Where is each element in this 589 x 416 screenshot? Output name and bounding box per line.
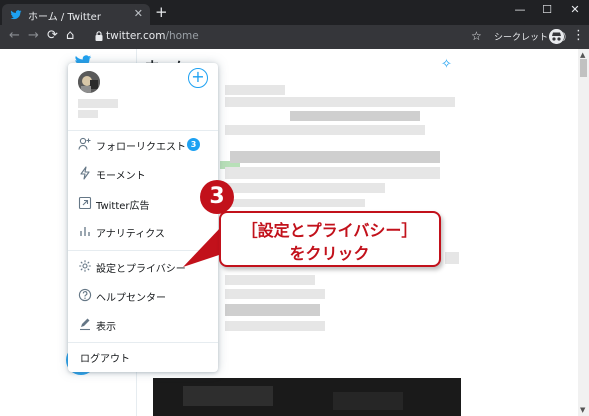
browser-tab[interactable]: ホーム / Twitter ✕ <box>2 4 150 25</box>
url-host: twitter.com <box>106 30 166 42</box>
menu-item-analytics[interactable]: アナリティクス <box>68 221 218 243</box>
avatar-photo <box>78 71 100 93</box>
scroll-thumb[interactable] <box>580 59 587 77</box>
menu-item-logout[interactable]: ログアウト <box>68 346 218 368</box>
menu-divider <box>68 250 218 251</box>
blurred-tweet-line <box>225 97 455 107</box>
scroll-down-arrow-icon[interactable]: ▼ <box>580 406 585 414</box>
instruction-callout: ［設定とプライバシー］ をクリック <box>219 211 441 267</box>
blurred-username <box>78 110 98 118</box>
back-button[interactable]: ← <box>9 29 20 43</box>
add-account-button[interactable]: + <box>188 68 208 88</box>
menu-item-moments[interactable]: モーメント <box>68 163 218 185</box>
tab-close-icon[interactable]: ✕ <box>134 7 143 20</box>
forward-button[interactable]: → <box>28 29 39 43</box>
bookmark-star-icon[interactable]: ☆ <box>471 29 482 43</box>
bar-chart-icon <box>80 227 90 236</box>
new-tab-button[interactable]: + <box>155 4 168 20</box>
callout-line-2: をクリック <box>289 244 370 263</box>
video-frame-area <box>183 386 273 406</box>
gear-icon <box>79 260 91 272</box>
help-circle-icon <box>78 288 92 302</box>
browser-toolbar: ← → ⟳ ⌂ twitter.com/home ☆ シークレット（2） ⋮ <box>0 25 589 49</box>
minimize-button[interactable]: — <box>510 3 530 16</box>
window-close-button[interactable]: ✕ <box>565 3 585 16</box>
menu-item-label: Twitter広告 <box>96 201 150 212</box>
external-link-icon <box>78 196 92 210</box>
address-bar[interactable]: twitter.com/home <box>106 30 199 42</box>
step-number-badge: 3 <box>200 180 234 214</box>
menu-item-label: ヘルプセンター <box>96 293 166 304</box>
home-button[interactable]: ⌂ <box>66 29 74 43</box>
video-frame-area <box>333 392 403 410</box>
menu-item-follow-requests[interactable]: フォローリクエスト 3 <box>68 134 218 156</box>
menu-item-help-center[interactable]: ヘルプセンター <box>68 285 218 307</box>
menu-item-label: フォローリクエスト <box>96 142 186 153</box>
menu-divider <box>68 130 218 131</box>
avatar[interactable] <box>78 71 100 93</box>
tab-title: ホーム / Twitter <box>28 12 101 23</box>
blurred-tweet-line <box>225 167 440 179</box>
maximize-button[interactable]: ☐ <box>537 3 557 16</box>
lock-icon <box>95 31 103 41</box>
menu-item-label: ログアウト <box>80 354 130 365</box>
blurred-tweet-line <box>290 111 420 121</box>
sparkle-icon[interactable]: ✧ <box>441 57 452 72</box>
follow-request-count-badge: 3 <box>187 138 200 151</box>
blurred-tweet-line <box>225 275 315 285</box>
page-scrollbar[interactable]: ▲ ▼ <box>578 49 589 416</box>
lightning-icon <box>80 166 90 180</box>
blurred-tweet-line <box>225 321 325 331</box>
browser-menu-icon[interactable]: ⋮ <box>572 28 585 43</box>
menu-divider <box>68 342 218 343</box>
menu-item-label: 表示 <box>96 322 116 333</box>
menu-item-twitter-ads[interactable]: Twitter広告 <box>68 193 218 215</box>
account-menu: + フォローリクエスト 3 モーメント Twitter広告 アナリティクス 設定… <box>68 63 218 372</box>
reload-button[interactable]: ⟳ <box>47 29 58 43</box>
menu-item-label: モーメント <box>96 171 146 182</box>
blurred-tweet-line <box>225 125 425 135</box>
blurred-display-name <box>78 99 118 108</box>
menu-item-label: 設定とプライバシー <box>96 264 186 275</box>
blurred-tweet-line <box>225 183 385 193</box>
video-thumbnail[interactable] <box>153 378 461 416</box>
menu-item-display[interactable]: 表示 <box>68 314 218 336</box>
edit-icon <box>80 318 90 331</box>
twitter-bird-icon <box>10 10 22 20</box>
blurred-tweet-line <box>225 289 325 299</box>
person-plus-icon <box>78 137 91 150</box>
menu-item-settings-privacy[interactable]: 設定とプライバシー <box>68 256 218 278</box>
blurred-tweet-line <box>225 199 365 207</box>
blurred-tweet-line <box>225 85 285 95</box>
blurred-tweet-line <box>230 151 440 163</box>
callout-line-1: ［設定とプライバシー］ <box>241 221 418 240</box>
scroll-up-arrow-icon[interactable]: ▲ <box>580 51 585 59</box>
url-path: /home <box>165 30 199 42</box>
menu-item-label: アナリティクス <box>96 229 165 240</box>
tab-strip: ホーム / Twitter ✕ + — ☐ ✕ <box>0 0 589 25</box>
blurred-tweet-line <box>225 304 320 316</box>
blurred-tweet-line <box>445 252 459 264</box>
incognito-icon[interactable] <box>549 29 564 44</box>
